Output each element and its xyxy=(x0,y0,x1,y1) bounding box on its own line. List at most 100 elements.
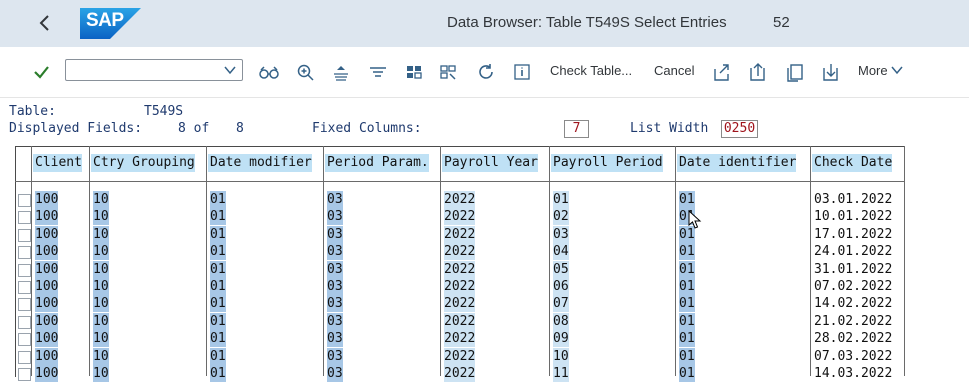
list-width-input[interactable]: 0250 xyxy=(721,120,758,138)
download-icon[interactable] xyxy=(820,60,842,84)
row-select-checkbox[interactable] xyxy=(18,316,31,329)
glasses-icon[interactable] xyxy=(258,60,280,84)
table-cell[interactable]: 24.01.2022 xyxy=(814,243,892,260)
table-cell[interactable]: 100 xyxy=(35,330,59,347)
table-cell[interactable]: 2022 xyxy=(444,330,476,347)
table-cell[interactable]: 01 xyxy=(679,313,695,330)
table-cell[interactable]: 10 xyxy=(93,208,109,225)
table-cell[interactable]: 10 xyxy=(93,243,109,260)
zoom-icon[interactable] xyxy=(295,60,317,84)
table-cell[interactable]: 01 xyxy=(210,208,226,225)
check-icon[interactable] xyxy=(30,60,52,84)
info-icon[interactable] xyxy=(511,60,533,84)
column-header[interactable]: Date modifier xyxy=(208,154,312,172)
command-field[interactable] xyxy=(65,59,243,81)
table-cell[interactable]: 01 xyxy=(210,243,226,260)
column-header[interactable]: Payroll Year xyxy=(442,154,538,172)
table-cell[interactable]: 100 xyxy=(35,191,59,208)
layout-select-icon[interactable] xyxy=(438,60,460,84)
row-select-checkbox[interactable] xyxy=(18,333,31,346)
table-cell[interactable]: 01 xyxy=(679,330,695,347)
table-cell[interactable]: 01 xyxy=(210,278,226,295)
table-cell[interactable]: 2022 xyxy=(444,278,476,295)
table-cell[interactable]: 03 xyxy=(327,278,343,295)
table-cell[interactable]: 01 xyxy=(210,348,226,365)
table-cell[interactable]: 01 xyxy=(210,295,226,312)
table-cell[interactable]: 09 xyxy=(553,330,569,347)
table-cell[interactable]: 100 xyxy=(35,295,59,312)
table-cell[interactable]: 10 xyxy=(93,226,109,243)
row-select-checkbox[interactable] xyxy=(18,229,31,242)
table-cell[interactable]: 04 xyxy=(553,243,569,260)
column-header[interactable]: Date identifier xyxy=(677,154,797,172)
table-cell[interactable]: 10 xyxy=(93,191,109,208)
export-icon[interactable] xyxy=(711,60,733,84)
table-cell[interactable]: 28.02.2022 xyxy=(814,330,892,347)
table-cell[interactable]: 10 xyxy=(93,261,109,278)
table-cell[interactable]: 03 xyxy=(327,208,343,225)
table-cell[interactable]: 01 xyxy=(679,261,695,278)
refresh-icon[interactable] xyxy=(475,60,497,84)
row-select-checkbox[interactable] xyxy=(18,211,31,224)
table-cell[interactable]: 03 xyxy=(327,348,343,365)
column-header[interactable]: Period Param. xyxy=(325,154,429,172)
table-cell[interactable]: 07.02.2022 xyxy=(814,278,892,295)
table-cell[interactable]: 01 xyxy=(553,191,569,208)
table-cell[interactable]: 06 xyxy=(553,278,569,295)
table-cell[interactable]: 2022 xyxy=(444,243,476,260)
row-select-checkbox[interactable] xyxy=(18,194,31,207)
table-cell[interactable]: 100 xyxy=(35,348,59,365)
table-cell[interactable]: 03 xyxy=(327,243,343,260)
row-select-checkbox[interactable] xyxy=(18,246,31,259)
table-cell[interactable]: 03 xyxy=(327,295,343,312)
table-cell[interactable]: 10 xyxy=(93,295,109,312)
table-cell[interactable]: 2022 xyxy=(444,208,476,225)
table-cell[interactable]: 17.01.2022 xyxy=(814,226,892,243)
copy-icon[interactable] xyxy=(784,60,806,84)
column-header[interactable]: Check Date xyxy=(812,154,893,172)
table-cell[interactable]: 08 xyxy=(553,313,569,330)
column-header[interactable]: Client xyxy=(33,154,82,172)
table-cell[interactable]: 03 xyxy=(327,191,343,208)
table-cell[interactable]: 02 xyxy=(553,208,569,225)
table-cell[interactable]: 10 xyxy=(93,348,109,365)
cancel-button[interactable]: Cancel xyxy=(654,63,694,78)
row-select-checkbox[interactable] xyxy=(18,264,31,277)
table-cell[interactable]: 03 xyxy=(327,261,343,278)
table-cell[interactable]: 100 xyxy=(35,313,59,330)
column-header[interactable]: Payroll Period xyxy=(551,154,663,172)
upload-icon[interactable] xyxy=(747,60,769,84)
table-cell[interactable]: 01 xyxy=(679,348,695,365)
table-cell[interactable]: 10 xyxy=(93,330,109,347)
check-table-button[interactable]: Check Table... xyxy=(550,63,632,78)
row-select-checkbox[interactable] xyxy=(18,298,31,311)
row-select-checkbox[interactable] xyxy=(18,281,31,294)
table-cell[interactable]: 2022 xyxy=(444,348,476,365)
more-button[interactable]: More xyxy=(858,63,903,78)
column-header[interactable]: Ctry Grouping xyxy=(91,154,195,172)
table-cell[interactable]: 01 xyxy=(679,243,695,260)
table-cell[interactable]: 01 xyxy=(210,226,226,243)
sort-asc-icon[interactable] xyxy=(330,60,352,84)
table-cell[interactable]: 03 xyxy=(327,313,343,330)
table-cell[interactable]: 01 xyxy=(210,191,226,208)
table-cell[interactable]: 10 xyxy=(93,313,109,330)
table-cell[interactable]: 01 xyxy=(210,261,226,278)
fixed-columns-input[interactable]: 7 xyxy=(564,120,589,138)
table-cell[interactable]: 2022 xyxy=(444,313,476,330)
chevron-down-icon[interactable] xyxy=(224,64,236,76)
table-cell[interactable]: 03 xyxy=(327,330,343,347)
row-select-checkbox[interactable] xyxy=(18,368,31,381)
table-cell[interactable]: 01 xyxy=(679,295,695,312)
table-cell[interactable]: 31.01.2022 xyxy=(814,261,892,278)
table-cell[interactable]: 07.03.2022 xyxy=(814,348,892,365)
table-cell[interactable]: 2022 xyxy=(444,191,476,208)
layout-icon[interactable] xyxy=(404,60,426,84)
filter-icon[interactable] xyxy=(367,60,389,84)
table-cell[interactable]: 100 xyxy=(35,278,59,295)
table-cell[interactable]: 01 xyxy=(210,330,226,347)
table-cell[interactable]: 03.01.2022 xyxy=(814,191,892,208)
table-cell[interactable]: 21.02.2022 xyxy=(814,313,892,330)
table-cell[interactable]: 03 xyxy=(553,226,569,243)
row-select-checkbox[interactable] xyxy=(18,351,31,364)
